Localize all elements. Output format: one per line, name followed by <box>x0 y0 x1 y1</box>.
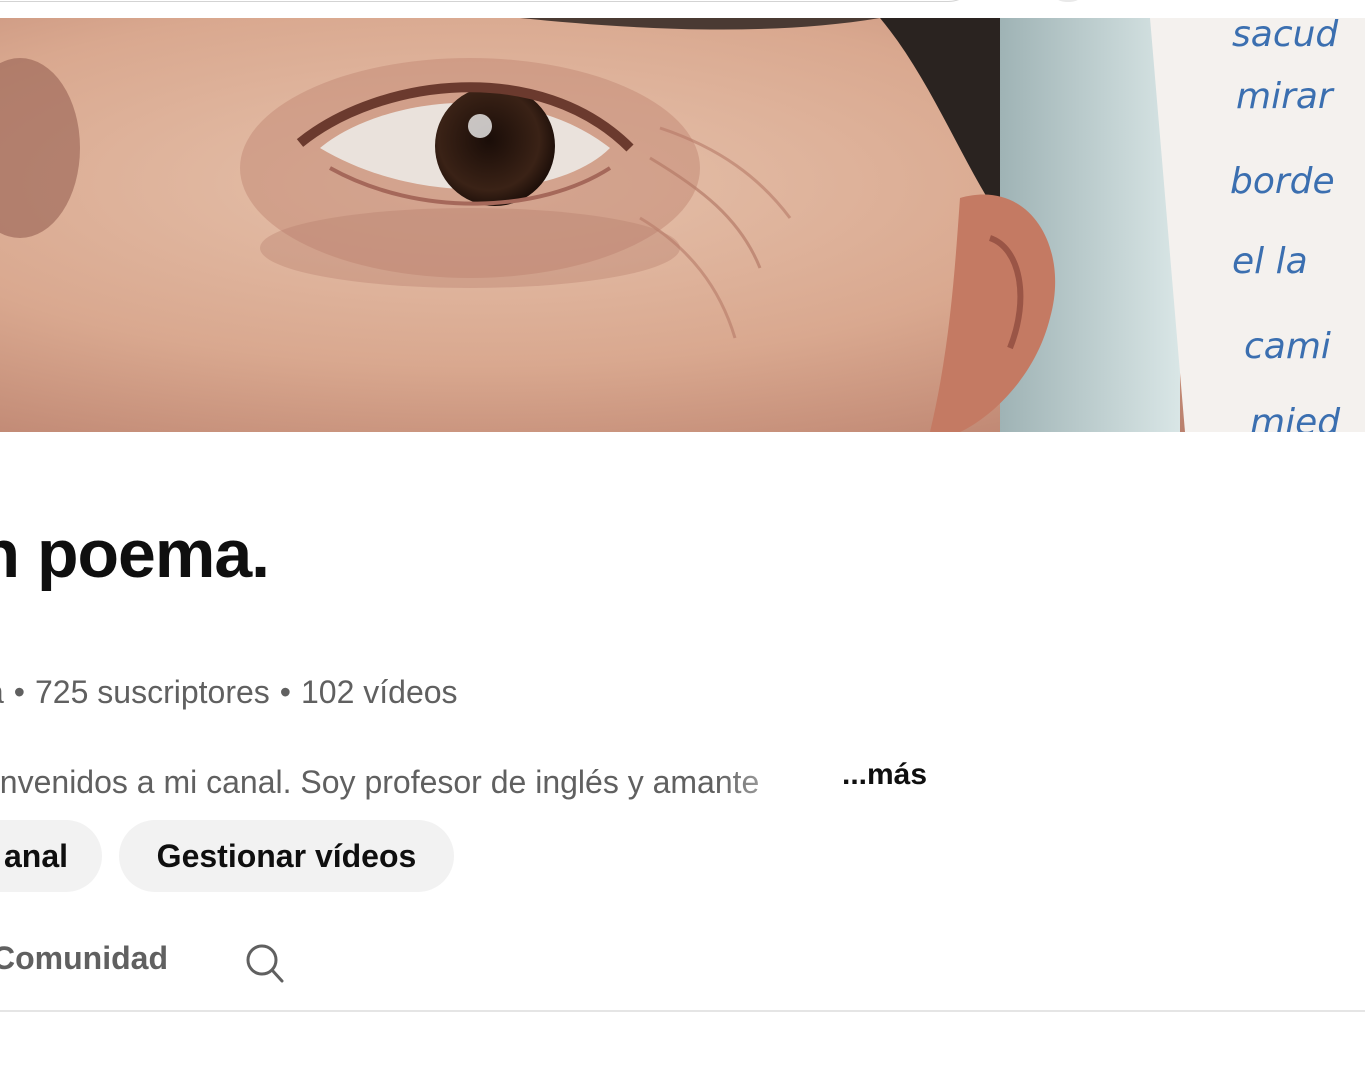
banner-handwriting: mirar <box>1236 76 1335 117</box>
channel-title: un poema. <box>0 516 270 592</box>
banner-image: sacud mirar borde el la cami mied <box>0 18 1365 432</box>
top-bar <box>0 0 1365 18</box>
avatar-edge[interactable] <box>1050 0 1086 2</box>
banner-handwriting: sacud <box>1232 18 1339 55</box>
banner-handwriting: mied <box>1250 402 1341 432</box>
channel-banner: sacud mirar borde el la cami mied <box>0 18 1365 432</box>
meta-separator: • <box>13 674 25 710</box>
video-count: 102 vídeos <box>300 674 458 710</box>
customize-channel-button[interactable]: anal <box>0 820 102 892</box>
tab-community[interactable]: Comunidad <box>0 940 168 977</box>
channel-tabs: Comunidad <box>0 930 1365 1012</box>
channel-page: sacud mirar borde el la cami mied un poe… <box>0 0 1365 1068</box>
channel-handle[interactable]: a <box>0 674 4 710</box>
search-box-edge[interactable] <box>0 0 980 2</box>
manage-videos-button[interactable]: Gestionar vídeos <box>119 820 454 892</box>
subscriber-count: 725 suscriptores <box>35 674 270 710</box>
meta-separator: • <box>279 674 291 710</box>
channel-description[interactable]: envenidos a mi canal. Soy profesor de in… <box>0 752 982 800</box>
banner-handwriting: borde <box>1230 161 1335 202</box>
tabs-divider <box>0 1010 1365 1012</box>
banner-handwriting: cami <box>1244 326 1331 367</box>
banner-handwriting: el la <box>1232 241 1308 282</box>
channel-meta: a•725 suscriptores•102 vídeos <box>0 674 458 711</box>
search-icon[interactable] <box>242 942 286 986</box>
description-text: envenidos a mi canal. Soy profesor de in… <box>0 764 760 800</box>
more-link[interactable]: ...más <box>842 758 927 792</box>
